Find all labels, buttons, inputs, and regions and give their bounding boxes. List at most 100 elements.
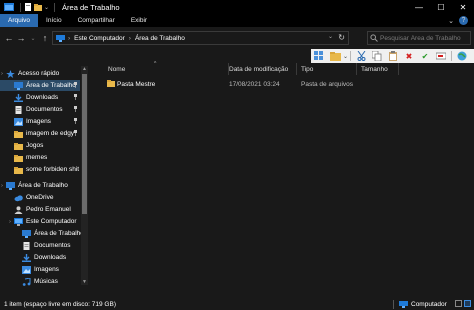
details-view-button[interactable] <box>455 300 462 307</box>
sidebar-item[interactable]: Jogos <box>0 140 80 151</box>
scroll-down-icon[interactable]: ▼ <box>81 279 88 285</box>
sidebar-item[interactable]: › Este Computador <box>0 216 80 227</box>
floating-toolbar: ⌄ ✖ ✔ <box>311 49 474 63</box>
toolbar-separator <box>350 51 352 61</box>
rename-icon[interactable] <box>435 50 447 62</box>
expand-ribbon-icon[interactable]: ⌄ <box>448 17 454 25</box>
music-icon <box>22 277 34 286</box>
sidebar-item[interactable]: Músicas <box>0 276 80 286</box>
properties-icon[interactable] <box>24 3 32 11</box>
quick-access-dropdown-icon[interactable]: ⌄ <box>44 4 49 11</box>
sidebar-item-label: imagem de edgy <box>26 130 75 137</box>
breadcrumb-este-computador[interactable]: Este Computador <box>74 35 125 42</box>
navigation-bar: ← → ⌄ ↑ › Este Computador › Área de Trab… <box>0 27 474 49</box>
sidebar-item[interactable]: Documentos <box>0 240 80 251</box>
sidebar-item-label: Este Computador <box>26 218 77 225</box>
new-folder-icon[interactable] <box>34 3 42 11</box>
computer-status-icon <box>399 300 408 308</box>
sidebar-item[interactable]: Pedro Emanuel <box>0 204 80 215</box>
search-input[interactable]: Pesquisar Área de Trabalho <box>380 35 461 42</box>
search-box[interactable]: Pesquisar Área de Trabalho <box>367 31 471 45</box>
title-bar: ⌄ Área de Trabalho — ☐ ✕ <box>0 0 474 14</box>
sort-caret-icon: ^ <box>154 61 157 67</box>
new-folder-toolbar-icon[interactable] <box>329 50 341 62</box>
sidebar-item[interactable]: imagem de edgy <box>0 128 80 139</box>
sidebar-item[interactable]: Documentos <box>0 104 80 115</box>
tab-inicio[interactable]: Início <box>38 14 70 27</box>
forward-button[interactable]: → <box>15 30 27 46</box>
back-button[interactable]: ← <box>3 30 15 46</box>
sidebar-item[interactable]: some forbiden shit <box>0 164 80 175</box>
quick-access-separator <box>20 2 21 12</box>
close-button[interactable]: ✕ <box>452 0 474 14</box>
toolbar-separator <box>451 51 453 61</box>
sidebar-item[interactable]: › Acesso rápido <box>0 68 80 79</box>
column-data-modificacao[interactable]: Data de modificação <box>225 63 297 75</box>
ribbon-right-controls: ⌄ ? <box>443 16 468 25</box>
file-list: ^ Nome Data de modificação Tipo Tamanho … <box>90 61 474 286</box>
column-tipo[interactable]: Tipo <box>297 63 357 75</box>
address-bar[interactable]: › Este Computador › Área de Trabalho ⌄ ↻ <box>52 31 349 45</box>
sidebar-item[interactable]: Downloads <box>0 252 80 263</box>
expand-chevron-icon[interactable]: › <box>0 183 5 189</box>
sidebar-item[interactable]: Downloads <box>0 92 80 103</box>
maximize-button[interactable]: ☐ <box>430 0 452 14</box>
desktop-icon <box>6 181 18 190</box>
checkmark-icon[interactable]: ✔ <box>419 50 431 62</box>
recent-locations-button[interactable]: ⌄ <box>27 30 39 46</box>
sidebar-item-label: Pedro Emanuel <box>26 206 71 213</box>
navigation-pane-scrollbar[interactable]: ▲ ▼ <box>81 66 88 285</box>
sidebar-item-label: Documentos <box>26 106 63 113</box>
window-controls: — ☐ ✕ <box>408 0 474 14</box>
column-tamanho[interactable]: Tamanho <box>357 63 399 75</box>
sidebar-item[interactable]: OneDrive <box>0 192 80 203</box>
scroll-up-icon[interactable]: ▲ <box>81 66 88 72</box>
star-icon <box>6 69 18 78</box>
sidebar-item[interactable]: memes <box>0 152 80 163</box>
large-icons-view-button[interactable] <box>464 300 471 307</box>
download-icon <box>22 253 34 262</box>
status-bar: 1 item (espaço livre em disco: 719 GB) C… <box>0 298 474 310</box>
scrollbar-thumb[interactable] <box>82 74 87 214</box>
column-label: Tamanho <box>361 65 388 73</box>
globe-icon[interactable] <box>456 50 468 62</box>
copy-icon[interactable] <box>371 50 383 62</box>
sidebar-item-label: Imagens <box>34 266 59 273</box>
sidebar-item-label: Área de Trabalho <box>34 230 84 237</box>
table-row[interactable]: Pasta Mestre 17/08/2021 03:24 Pasta de a… <box>90 79 390 89</box>
sidebar-item-label: Downloads <box>26 94 59 101</box>
help-icon[interactable]: ? <box>459 16 468 25</box>
sidebar-item[interactable]: › Área de Trabalho <box>0 180 80 191</box>
sidebar-item[interactable]: Área de Trabalho <box>0 228 84 239</box>
tab-exibir[interactable]: Exibir <box>123 14 155 27</box>
toolbar-dropdown-icon[interactable]: ⌄ <box>343 53 348 60</box>
search-icon <box>368 32 380 44</box>
paste-icon[interactable] <box>387 50 399 62</box>
document-icon <box>14 105 26 114</box>
row-name[interactable]: Pasta Mestre <box>117 81 155 88</box>
refresh-icon[interactable]: ↻ <box>338 33 345 42</box>
desktop-icon <box>22 229 34 238</box>
cut-icon[interactable] <box>355 50 367 62</box>
sidebar-item[interactable]: Área de Trabalho <box>0 80 80 91</box>
pin-icon <box>73 117 78 126</box>
delete-icon[interactable]: ✖ <box>403 50 415 62</box>
tab-arquivo[interactable]: Arquivo <box>0 14 39 27</box>
tab-compartilhar[interactable]: Compartilhar <box>70 14 123 27</box>
folder-icon <box>14 142 26 150</box>
status-separator <box>393 299 394 309</box>
column-nome[interactable]: ^ Nome <box>104 61 229 75</box>
sidebar-item[interactable]: Imagens <box>0 116 80 127</box>
breadcrumb-area-de-trabalho[interactable]: Área de Trabalho <box>135 35 185 42</box>
sidebar-item-label: some forbiden shit <box>26 166 80 173</box>
up-button[interactable]: ↑ <box>39 30 51 46</box>
expand-chevron-icon[interactable]: › <box>7 219 13 225</box>
sidebar-item-label: Jogos <box>26 142 44 149</box>
expand-chevron-icon[interactable]: › <box>0 71 5 77</box>
sidebar-item[interactable]: Imagens <box>0 264 80 275</box>
folder-icon <box>14 130 26 138</box>
minimize-button[interactable]: — <box>408 0 430 14</box>
view-layout-icon[interactable] <box>313 50 325 62</box>
download-icon <box>14 93 26 102</box>
address-dropdown-icon[interactable]: ⌄ <box>328 33 333 40</box>
